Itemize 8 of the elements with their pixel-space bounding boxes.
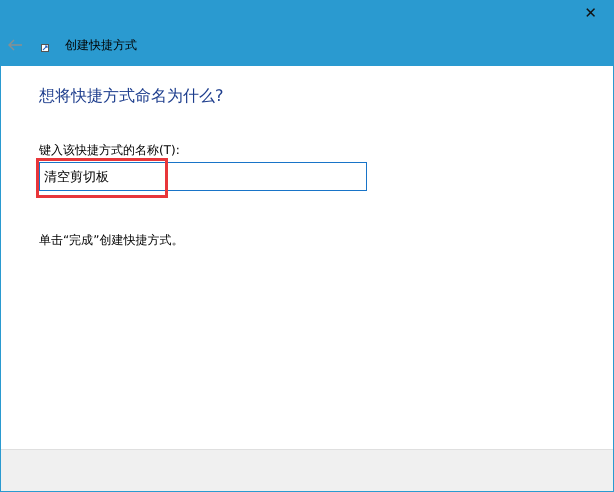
back-arrow-icon[interactable] (7, 39, 23, 51)
field-label: 键入该快捷方式的名称(T): (39, 142, 181, 160)
shortcut-icon (41, 44, 49, 52)
heading: 想将快捷方式命名为什么? (39, 86, 224, 106)
close-button[interactable]: ✕ (578, 4, 603, 23)
window-title: 创建快捷方式 (65, 37, 137, 54)
name-field[interactable]: 清空剪切板 (39, 162, 367, 192)
hint-text: 单击“完成”创建快捷方式。 (39, 232, 184, 250)
